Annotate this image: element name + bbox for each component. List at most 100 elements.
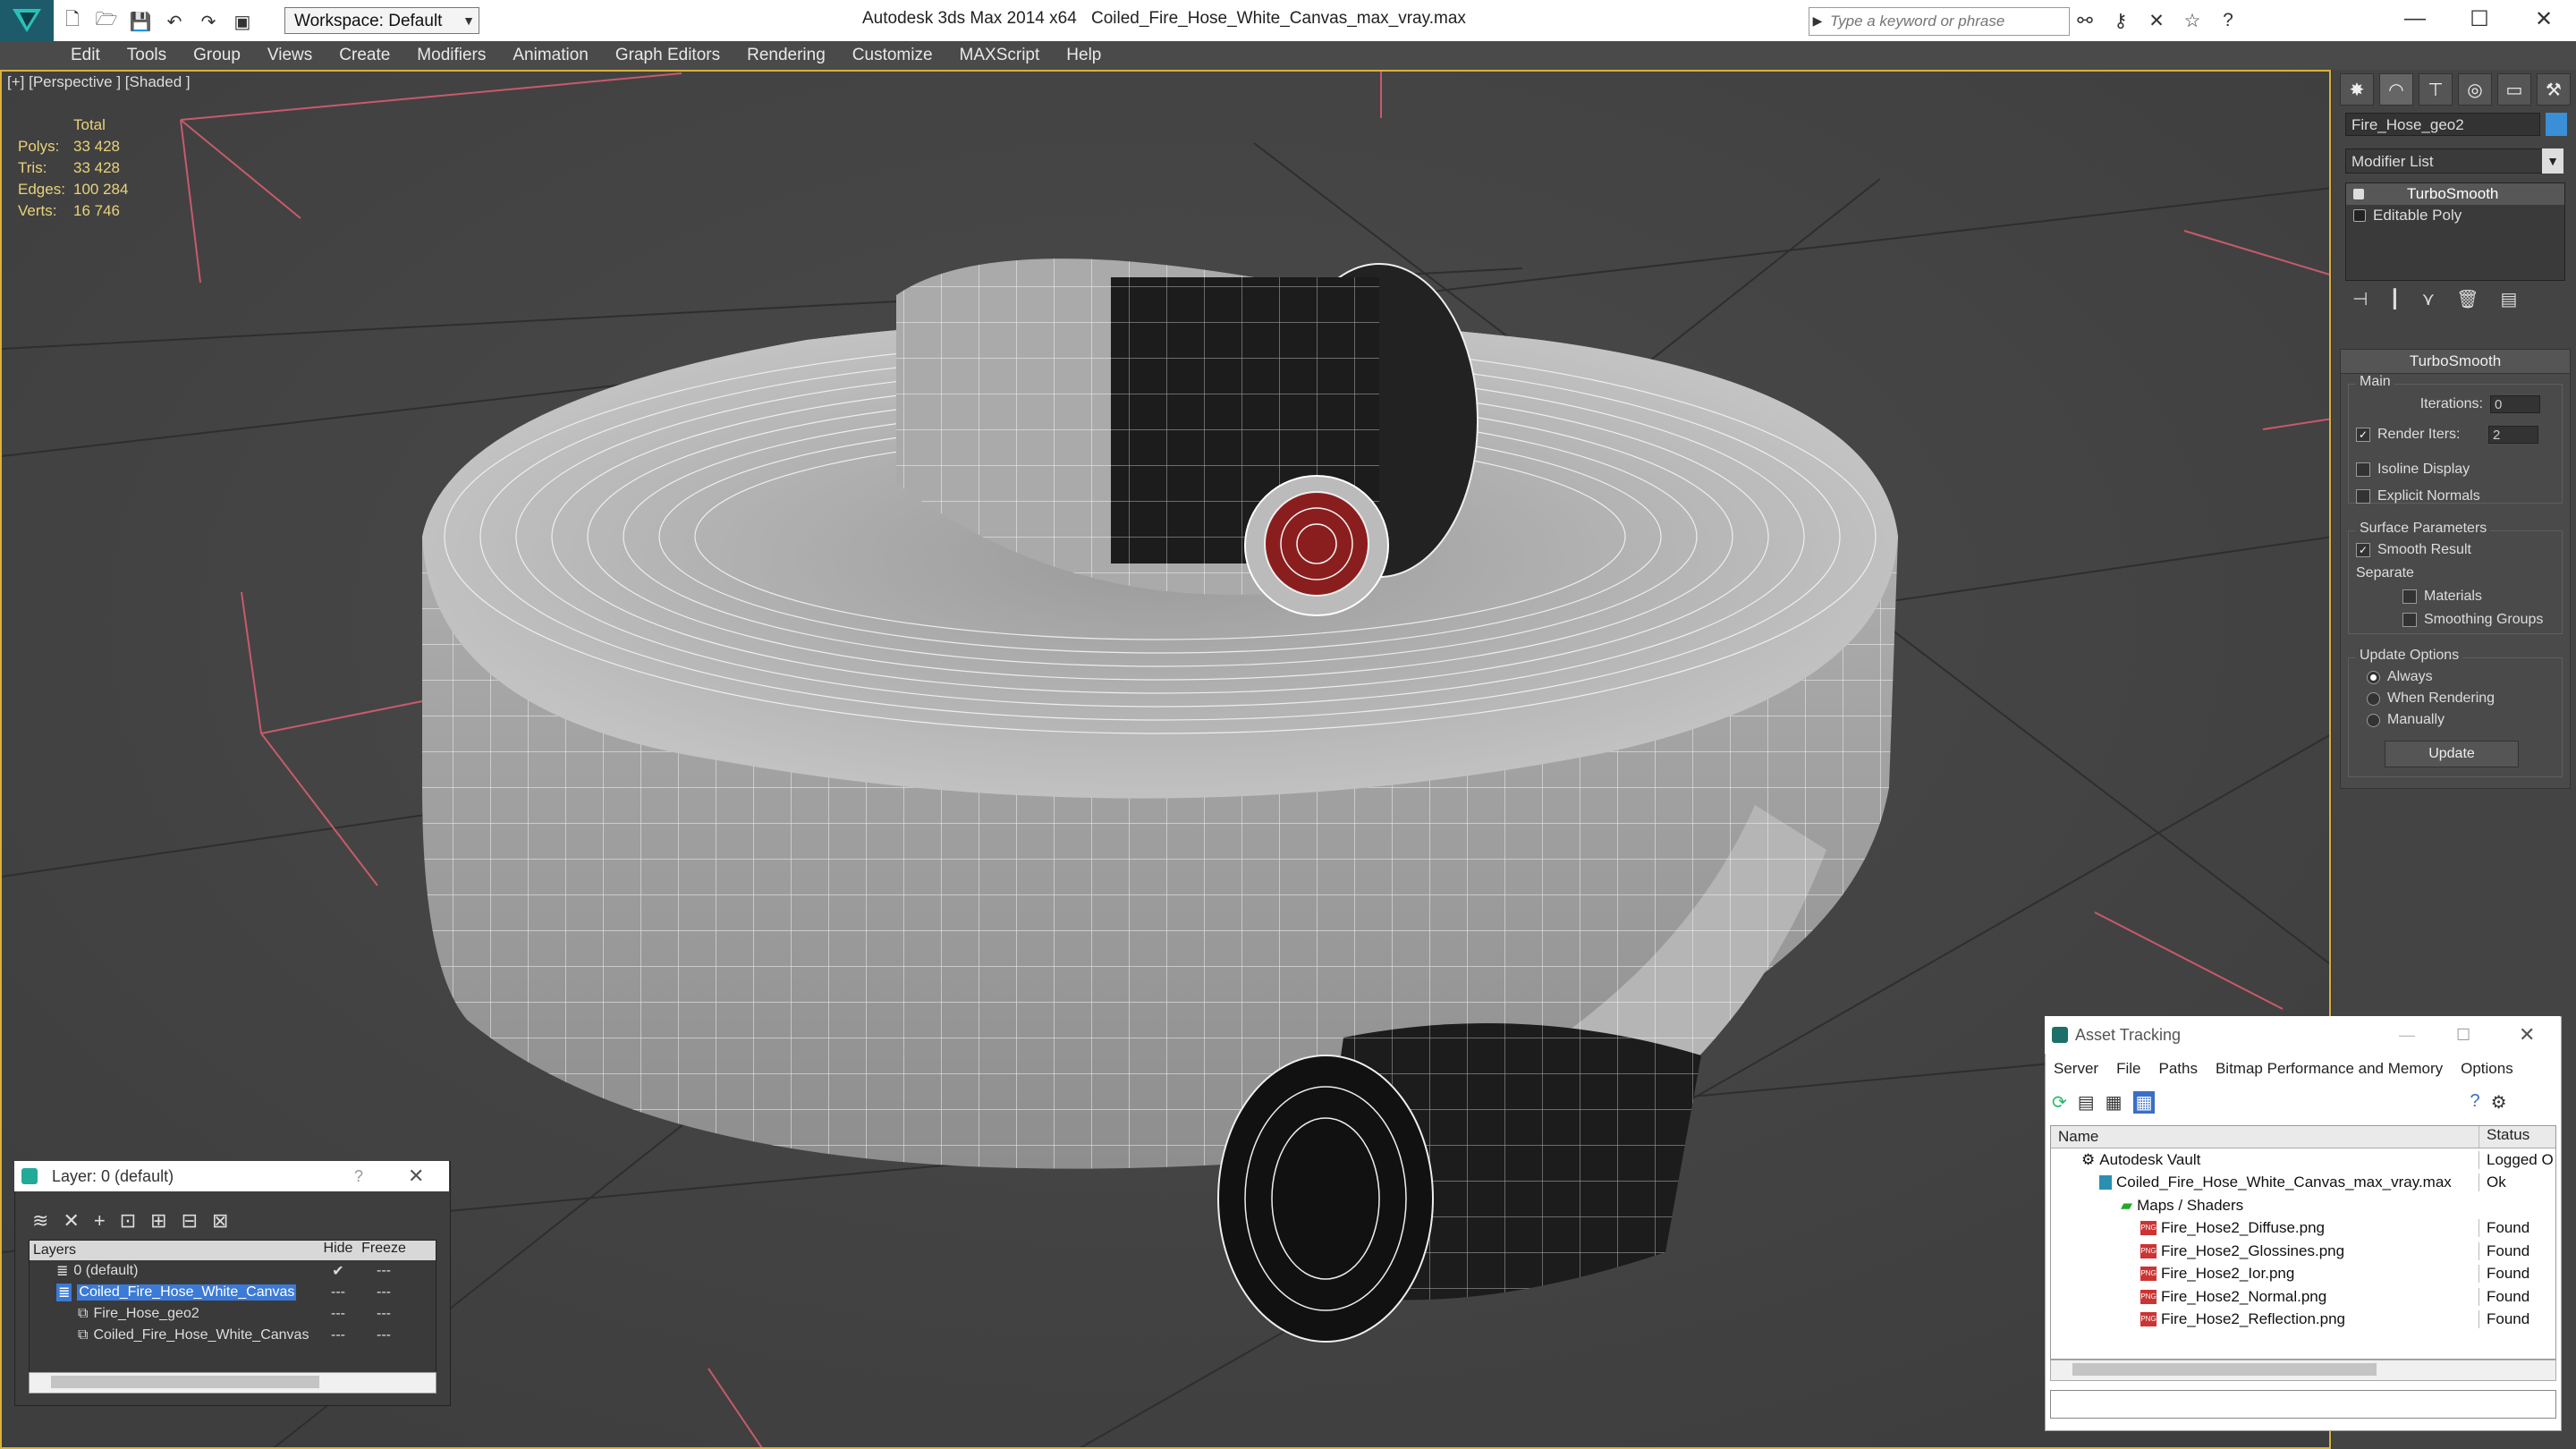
hide-all-layers-icon[interactable]: ⊠	[212, 1209, 228, 1233]
hide-toggle[interactable]: ---	[318, 1284, 359, 1301]
col-status[interactable]: Status	[2479, 1126, 2554, 1148]
freeze-toggle[interactable]: ---	[359, 1327, 409, 1343]
pin-stack-icon[interactable]: ⊣	[2352, 288, 2368, 310]
tree-view-icon[interactable]: ▦	[2106, 1091, 2123, 1114]
menu-edit[interactable]: Edit	[57, 41, 114, 70]
undo-icon[interactable]: ↶	[161, 8, 188, 35]
refresh-icon[interactable]: ⟳	[2052, 1091, 2067, 1114]
always-radio[interactable]	[2367, 670, 2380, 684]
x-icon[interactable]: ✕	[2143, 7, 2170, 34]
table-row[interactable]: ⧉ Coiled_Fire_Hose_White_Canvas --- ---	[30, 1325, 436, 1346]
menu-maxscript[interactable]: MAXScript	[946, 41, 1054, 70]
layer-scrollbar[interactable]	[29, 1372, 436, 1394]
rollout-title[interactable]: TurboSmooth	[2341, 350, 2570, 374]
freeze-toggle[interactable]: ---	[359, 1263, 409, 1279]
iterations-spinner[interactable]: 0	[2490, 395, 2540, 413]
close-icon[interactable]: ✕	[2519, 1016, 2535, 1054]
utilities-tab-icon[interactable]: ⚒	[2537, 73, 2571, 106]
add-to-layer-icon[interactable]: +	[94, 1209, 106, 1233]
explicit-normals-checkbox[interactable]	[2356, 489, 2370, 504]
set-current-layer-icon[interactable]: ⊟	[182, 1209, 198, 1233]
select-objects-icon[interactable]: ⊡	[120, 1209, 136, 1233]
object-color-swatch[interactable]	[2546, 113, 2567, 136]
menu-modifiers[interactable]: Modifiers	[403, 41, 499, 70]
show-end-result-icon[interactable]: ┃	[2389, 288, 2400, 310]
configure-sets-icon[interactable]: ▤	[2501, 288, 2518, 310]
hide-toggle[interactable]: ---	[318, 1306, 359, 1322]
open-file-icon[interactable]: 🗁	[93, 8, 120, 35]
project-folder-icon[interactable]: ▣	[229, 8, 256, 35]
delete-layer-icon[interactable]: ✕	[63, 1209, 79, 1233]
table-row[interactable]: ⚙ Autodesk Vault Logged O	[2051, 1148, 2555, 1172]
menu-bitmap-performance[interactable]: Bitmap Performance and Memory	[2207, 1057, 2452, 1080]
hide-toggle[interactable]: ---	[318, 1327, 359, 1343]
table-view-icon[interactable]: ▦	[2132, 1091, 2156, 1114]
expand-icon[interactable]	[2353, 209, 2366, 222]
table-row[interactable]: ▰ Maps / Shaders	[2051, 1194, 2555, 1217]
current-layer-check-icon[interactable]: ✔	[318, 1262, 359, 1280]
chevron-down-icon[interactable]: ▼	[2542, 148, 2563, 174]
table-row[interactable]: PNG Fire_Hose2_Ior.png Found	[2051, 1263, 2555, 1286]
menu-create[interactable]: Create	[326, 41, 403, 70]
menu-views[interactable]: Views	[254, 41, 326, 70]
col-name[interactable]: Name	[2051, 1126, 2479, 1148]
binoculars-icon[interactable]: ⚯	[2072, 7, 2098, 34]
table-row[interactable]: PNG Fire_Hose2_Reflection.png Found	[2051, 1309, 2555, 1332]
smoothing-groups-checkbox[interactable]	[2402, 613, 2417, 627]
manually-radio[interactable]	[2367, 713, 2380, 727]
modifier-list-dropdown[interactable]: Modifier List	[2345, 148, 2563, 174]
list-view-icon[interactable]: ▤	[2078, 1091, 2095, 1114]
asset-path-field[interactable]	[2050, 1390, 2556, 1419]
render-iters-spinner[interactable]: 2	[2488, 426, 2538, 444]
menu-options[interactable]: Options	[2452, 1057, 2522, 1080]
workspace-selector[interactable]: Workspace: Default	[284, 7, 479, 34]
table-row[interactable]: ⧉ Fire_Hose_geo2 --- ---	[30, 1303, 436, 1325]
star-icon[interactable]: ☆	[2179, 7, 2206, 34]
search-input[interactable]	[1828, 9, 2064, 34]
scroll-thumb[interactable]	[2072, 1363, 2377, 1376]
remove-modifier-icon[interactable]: 🗑	[2456, 288, 2479, 310]
table-row[interactable]: PNG Fire_Hose2_Diffuse.png Found	[2051, 1217, 2555, 1241]
menu-tools[interactable]: Tools	[114, 41, 180, 70]
materials-checkbox[interactable]	[2402, 589, 2417, 604]
viewport-label[interactable]: [+] [Perspective ] [Shaded ]	[7, 73, 191, 91]
app-logo-icon[interactable]	[0, 0, 54, 41]
key-icon[interactable]: ⚷	[2107, 7, 2134, 34]
menu-file[interactable]: File	[2107, 1057, 2149, 1080]
menu-graph-editors[interactable]: Graph Editors	[602, 41, 733, 70]
menu-group[interactable]: Group	[180, 41, 254, 70]
options-icon[interactable]: ⚙	[2491, 1091, 2507, 1114]
table-row[interactable]: PNG Fire_Hose2_Glossines.png Found	[2051, 1240, 2555, 1263]
minimize-icon[interactable]: —	[2399, 1016, 2415, 1054]
close-icon[interactable]: ✕	[408, 1161, 424, 1191]
menu-customize[interactable]: Customize	[839, 41, 946, 70]
new-file-icon[interactable]: 🗋	[59, 8, 86, 35]
scroll-thumb[interactable]	[51, 1376, 319, 1388]
table-row[interactable]: PNG Fire_Hose2_Normal.png Found	[2051, 1285, 2555, 1309]
close-icon[interactable]: ✕	[2512, 0, 2576, 38]
help-icon[interactable]: ?	[2215, 7, 2241, 34]
menu-animation[interactable]: Animation	[499, 41, 602, 70]
menu-help[interactable]: Help	[1053, 41, 1114, 70]
maximize-icon[interactable]: ☐	[2447, 0, 2512, 38]
col-freeze[interactable]: Freeze	[359, 1241, 409, 1260]
stack-item-editable-poly[interactable]: Editable Poly	[2346, 205, 2564, 226]
object-name-field[interactable]: Fire_Hose_geo2	[2345, 113, 2540, 136]
motion-tab-icon[interactable]: ◎	[2458, 73, 2492, 106]
menu-rendering[interactable]: Rendering	[733, 41, 839, 70]
smooth-result-checkbox[interactable]: ✓	[2356, 543, 2370, 557]
select-layer-icon[interactable]: ⊞	[150, 1209, 166, 1233]
lightbulb-icon[interactable]	[2353, 189, 2364, 199]
display-tab-icon[interactable]: ▭	[2497, 73, 2531, 106]
make-unique-icon[interactable]: ⋎	[2421, 288, 2435, 310]
col-layers[interactable]: Layers	[30, 1241, 318, 1260]
freeze-toggle[interactable]: ---	[359, 1306, 409, 1322]
modify-tab-icon[interactable]: ◠	[2379, 73, 2413, 106]
update-button[interactable]: Update	[2385, 741, 2519, 767]
chevron-down-icon[interactable]: ▼	[458, 7, 479, 34]
isoline-checkbox[interactable]	[2356, 462, 2370, 477]
hierarchy-tab-icon[interactable]: ⊤	[2419, 73, 2453, 106]
asset-scrollbar[interactable]	[2050, 1360, 2556, 1381]
menu-server[interactable]: Server	[2045, 1057, 2107, 1080]
create-tab-icon[interactable]: ✸	[2340, 73, 2374, 106]
